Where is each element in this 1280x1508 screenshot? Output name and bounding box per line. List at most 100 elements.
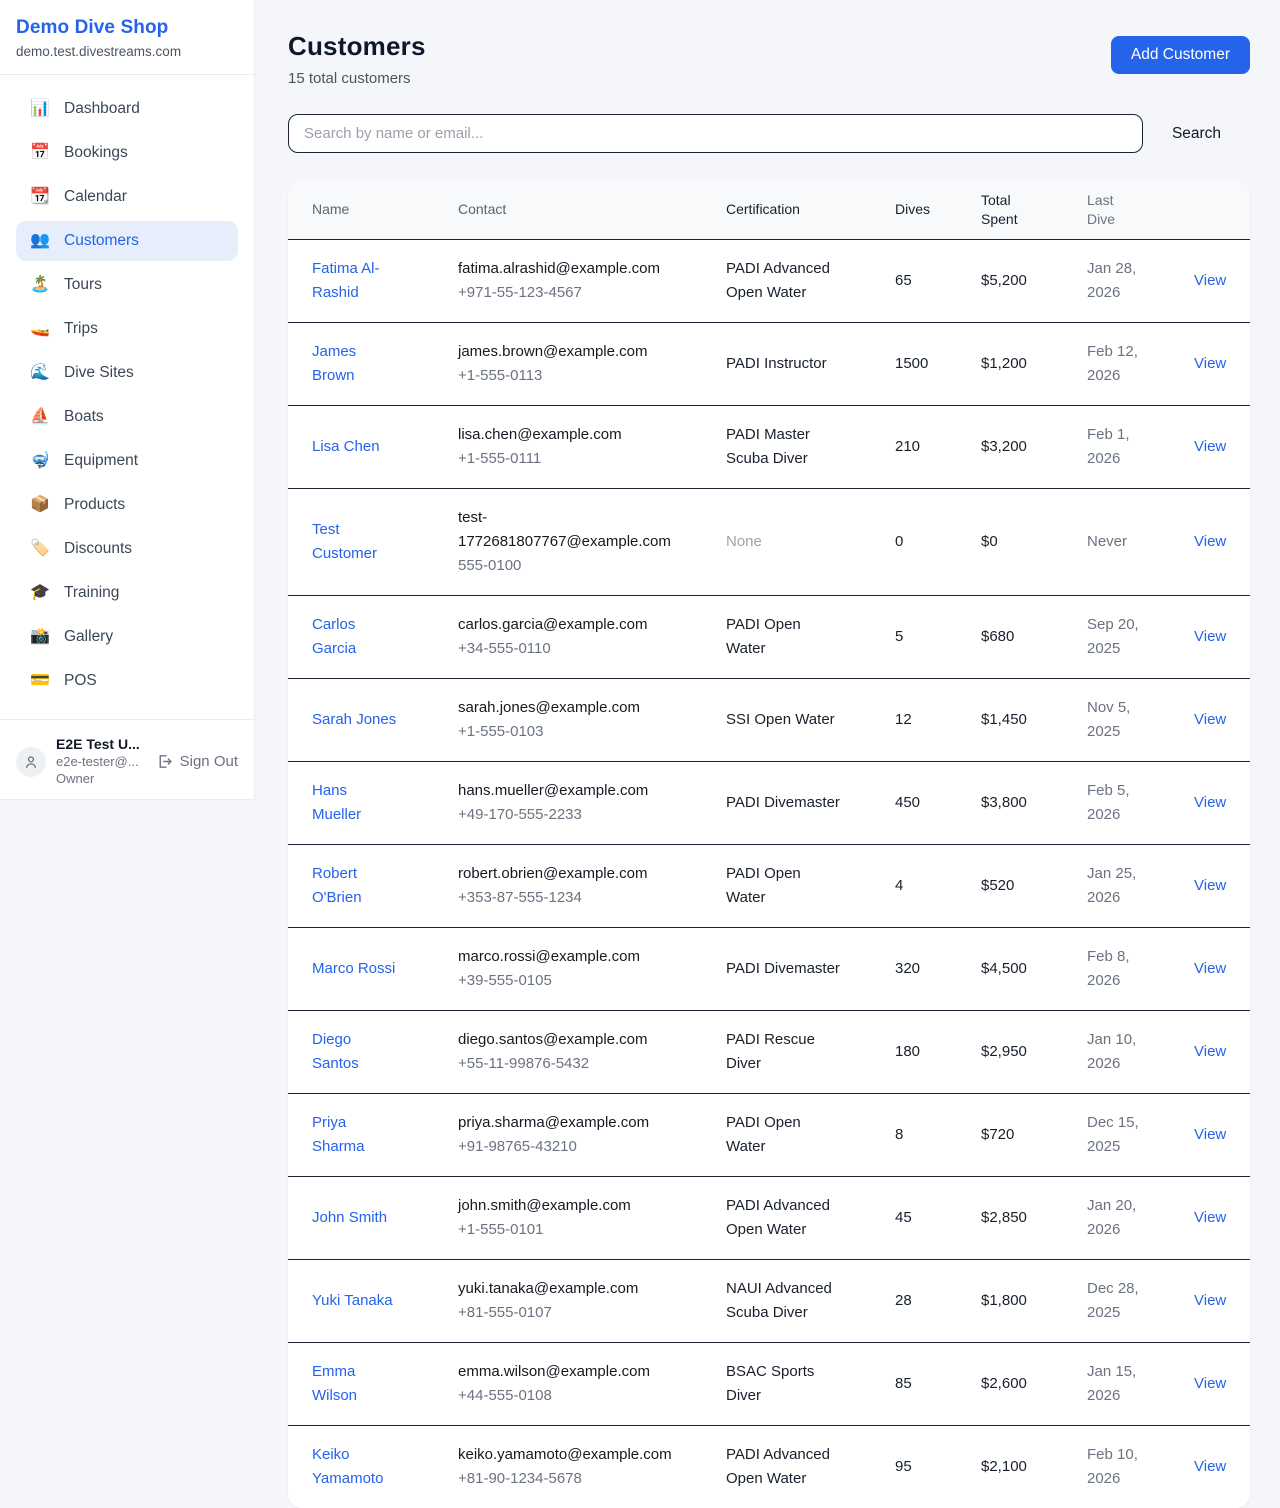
customer-name-link[interactable]: Sarah Jones [312,708,398,732]
sidebar-item-boats[interactable]: ⛵Boats [16,397,238,437]
customer-total-spent: $3,200 [981,435,1087,459]
customer-name-link[interactable]: Carlos Garcia [312,613,398,661]
customer-name-link[interactable]: Yuki Tanaka [312,1289,398,1313]
sidebar-item-products[interactable]: 📦Products [16,485,238,525]
customer-certification: PADI Advanced Open Water [726,1443,895,1491]
customer-dives: 320 [895,957,981,981]
sailboat-icon: ⛵ [30,409,50,425]
customer-last-dive: Feb 12, 2026 [1087,340,1194,388]
customer-certification: PADI Advanced Open Water [726,1194,895,1242]
sidebar-item-label: Gallery [64,628,113,646]
user-section: E2E Test U... e2e-tester@... Owner Sign … [0,719,254,803]
speedboat-icon: 🚤 [30,321,50,337]
search-input[interactable] [288,114,1143,153]
customer-name-link[interactable]: Robert O'Brien [312,862,398,910]
customer-name-link[interactable]: Diego Santos [312,1028,398,1076]
customer-certification: PADI Open Water [726,1111,895,1159]
customer-email: fatima.alrashid@example.com [458,257,693,281]
sidebar: Demo Dive Shop demo.test.divestreams.com… [0,0,255,800]
view-link[interactable]: View [1194,533,1226,550]
customer-certification: NAUI Advanced Scuba Diver [726,1277,895,1325]
sidebar-item-training[interactable]: 🎓Training [16,573,238,613]
sidebar-item-label: Discounts [64,540,132,558]
table-row: Keiko Yamamoto keiko.yamamoto@example.co… [288,1426,1250,1508]
customer-total-spent: $2,100 [981,1455,1087,1479]
view-link[interactable]: View [1194,438,1226,455]
customer-name-link[interactable]: Marco Rossi [312,957,398,981]
sidebar-item-label: Dashboard [64,100,140,118]
customer-email: hans.mueller@example.com [458,779,693,803]
customer-dives: 8 [895,1123,981,1147]
customer-dives: 0 [895,530,981,554]
customer-name-link[interactable]: James Brown [312,340,398,388]
main-content: Customers 15 total customers Add Custome… [255,0,1280,1508]
customer-dives: 450 [895,791,981,815]
view-link[interactable]: View [1194,1209,1226,1226]
sidebar-item-bookings[interactable]: 📅Bookings [16,133,238,173]
view-link[interactable]: View [1194,1458,1226,1475]
customers-icon: 👥 [30,233,50,249]
sign-out-label: Sign Out [180,753,238,770]
sidebar-item-label: Equipment [64,452,138,470]
person-icon [23,754,39,770]
customer-total-spent: $680 [981,625,1087,649]
view-link[interactable]: View [1194,628,1226,645]
add-customer-button[interactable]: Add Customer [1111,36,1250,74]
table-header: Name Contact Certification Dives Total S… [288,180,1250,240]
customer-name-link[interactable]: Lisa Chen [312,435,398,459]
view-link[interactable]: View [1194,1375,1226,1392]
customers-table: Name Contact Certification Dives Total S… [288,180,1250,1508]
customer-total-spent: $2,950 [981,1040,1087,1064]
sidebar-item-label: Trips [64,320,98,338]
view-link[interactable]: View [1194,1043,1226,1060]
diving-mask-icon: 🤿 [30,453,50,469]
customer-phone: +353-87-555-1234 [458,886,693,910]
customer-email: diego.santos@example.com [458,1028,693,1052]
sidebar-item-trips[interactable]: 🚤 Trips [16,309,238,349]
customer-dives: 45 [895,1206,981,1230]
customer-last-dive: Feb 5, 2026 [1087,779,1194,827]
sidebar-item-equipment[interactable]: 🤿 Equipment [16,441,238,481]
customer-dives: 28 [895,1289,981,1313]
sign-out-button[interactable]: Sign Out [156,753,238,770]
dashboard-icon: 📊 [30,101,50,117]
table-row: Robert O'Brien robert.obrien@example.com… [288,845,1250,928]
sidebar-item-calendar[interactable]: 📆Calendar [16,177,238,217]
customer-name-link[interactable]: Test Customer [312,518,398,566]
customer-name-link[interactable]: Priya Sharma [312,1111,398,1159]
customer-name-link[interactable]: Keiko Yamamoto [312,1443,398,1491]
customer-total-spent: $720 [981,1123,1087,1147]
view-link[interactable]: View [1194,960,1226,977]
search-button[interactable]: Search [1143,125,1250,143]
customer-total-spent: $2,850 [981,1206,1087,1230]
customer-name-link[interactable]: Fatima Al-Rashid [312,257,398,305]
view-link[interactable]: View [1194,355,1226,372]
view-link[interactable]: View [1194,272,1226,289]
sidebar-item-pos[interactable]: 💳POS [16,661,238,701]
customer-last-dive: Never [1087,530,1194,554]
view-link[interactable]: View [1194,711,1226,728]
view-link[interactable]: View [1194,1292,1226,1309]
view-link[interactable]: View [1194,1126,1226,1143]
sidebar-item-dashboard[interactable]: 📊 Dashboard [16,89,238,129]
shop-name: Demo Dive Shop [16,17,238,39]
view-link[interactable]: View [1194,877,1226,894]
sidebar-item-customers[interactable]: 👥Customers [16,221,238,261]
sidebar-item-dive-sites[interactable]: 🌊Dive Sites [16,353,238,393]
sidebar-item-discounts[interactable]: 🏷️Discounts [16,529,238,569]
table-row: Priya Sharma priya.sharma@example.com+91… [288,1094,1250,1177]
sidebar-item-tours[interactable]: 🏝️Tours [16,265,238,305]
customer-name-link[interactable]: John Smith [312,1206,398,1230]
customer-certification: PADI Rescue Diver [726,1028,895,1076]
column-header-total-spent: Total Spent [981,191,1087,229]
table-row: Marco Rossi marco.rossi@example.com+39-5… [288,928,1250,1011]
customer-last-dive: Nov 5, 2025 [1087,696,1194,744]
customer-certification: PADI Open Water [726,862,895,910]
view-link[interactable]: View [1194,794,1226,811]
customer-certification: None [726,530,895,554]
customer-last-dive: Jan 10, 2026 [1087,1028,1194,1076]
customer-last-dive: Jan 28, 2026 [1087,257,1194,305]
customer-name-link[interactable]: Emma Wilson [312,1360,398,1408]
customer-name-link[interactable]: Hans Mueller [312,779,398,827]
sidebar-item-gallery[interactable]: 📸Gallery [16,617,238,657]
